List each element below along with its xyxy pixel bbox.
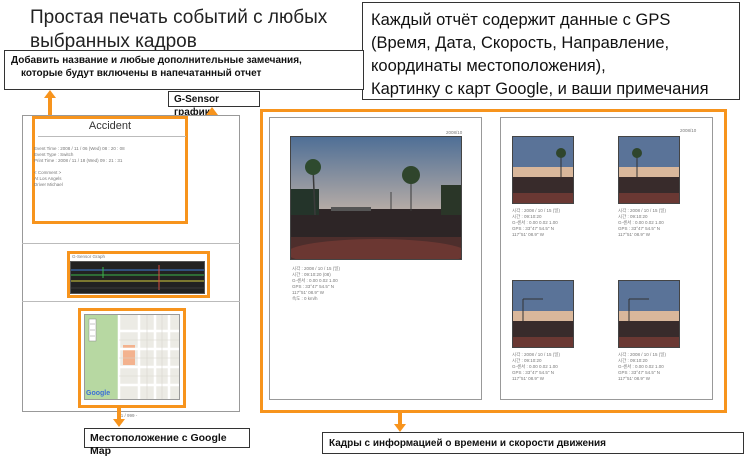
dashcam-photo-small xyxy=(512,280,574,348)
google-logo: Google xyxy=(86,390,111,397)
dashcam-photo-large xyxy=(290,136,462,260)
frame-info-small: 시각 : 2008 / 10 / 15 (일) 시간 : 09:10:20 G-… xyxy=(512,352,560,382)
frame-info-row: 속도 : 0 km/h xyxy=(292,296,318,301)
arrow-down-map-icon xyxy=(113,419,125,427)
frame-info-row: 117°51' 08.9" W xyxy=(618,232,650,237)
frame-info-row: 117°51' 08.9" W xyxy=(618,376,650,381)
report-title: Accident xyxy=(88,120,132,132)
report-details: Event Time : 2008 / 11 / 06 (Wed) 08 : 2… xyxy=(34,146,125,188)
arrow-notes-shaft xyxy=(48,97,52,117)
report-divider xyxy=(22,301,240,302)
features-line1: Каждый отчёт содержит данные с GPS xyxy=(371,11,671,29)
notes-callout: Добавить название и любые дополнительные… xyxy=(4,50,364,90)
google-map xyxy=(84,314,180,400)
dashcam-photo-small xyxy=(618,280,680,348)
gsensor-plot xyxy=(71,265,204,290)
frame-info-small: 시각 : 2008 / 10 / 15 (일) 시간 : 09:10:20 G-… xyxy=(512,208,560,238)
gsensor-caption: G-Sensor Graph xyxy=(72,254,106,259)
frame-info-small: 시각 : 2008 / 10 / 15 (일) 시간 : 09:10:20 G-… xyxy=(618,352,666,382)
features-box: Каждый отчёт содержит данные с GPS (Врем… xyxy=(362,2,740,100)
frame-info-large: 시각 : 2008 / 10 / 15 (일) 시간 : 09:10:20 (0… xyxy=(292,266,340,302)
notes-callout-line2: которые будут включены в напечатанный от… xyxy=(21,68,262,79)
map-image xyxy=(85,315,179,399)
gsensor-graph xyxy=(70,261,205,294)
dashcam-photo-small xyxy=(618,136,680,204)
sheet-corner-label: 2008/10 xyxy=(680,128,697,133)
features-line2: (Время, Дата, Скорость, Направление, xyxy=(371,34,670,52)
headline-left-line1: Простая печать событий с любых xyxy=(30,7,328,28)
frame-info-small: 시각 : 2008 / 10 / 15 (일) 시간 : 09:10:20 G-… xyxy=(618,208,666,238)
frames-callout: Кадры с информацией о времени и скорости… xyxy=(322,432,744,454)
frame-info-row: 117°51' 08.9" W xyxy=(512,232,544,237)
report-row: Driver Michael xyxy=(34,182,63,187)
dashcam-scene xyxy=(291,137,461,259)
report-row: Print Time : 2008 / 11 / 18 (Wed) 09 : 2… xyxy=(34,158,123,163)
title-underline xyxy=(38,136,186,137)
gsensor-callout: G-Sensor график xyxy=(168,91,260,118)
features-line3: координаты местоположения), xyxy=(371,57,606,75)
dashcam-photo-small xyxy=(512,136,574,204)
arrow-down-frames-icon xyxy=(394,424,406,432)
map-callout: Местоположение с Google Map xyxy=(84,428,250,457)
report-divider xyxy=(22,243,240,244)
notes-callout-line1: Добавить название и любые дополнительные… xyxy=(11,55,302,66)
headline-left: Простая печать событий с любых выбранных… xyxy=(30,6,360,54)
features-line4: Картинку с карт Google, и ваши примечани… xyxy=(371,80,709,98)
frame-info-row: 117°51' 08.9" W xyxy=(512,376,544,381)
